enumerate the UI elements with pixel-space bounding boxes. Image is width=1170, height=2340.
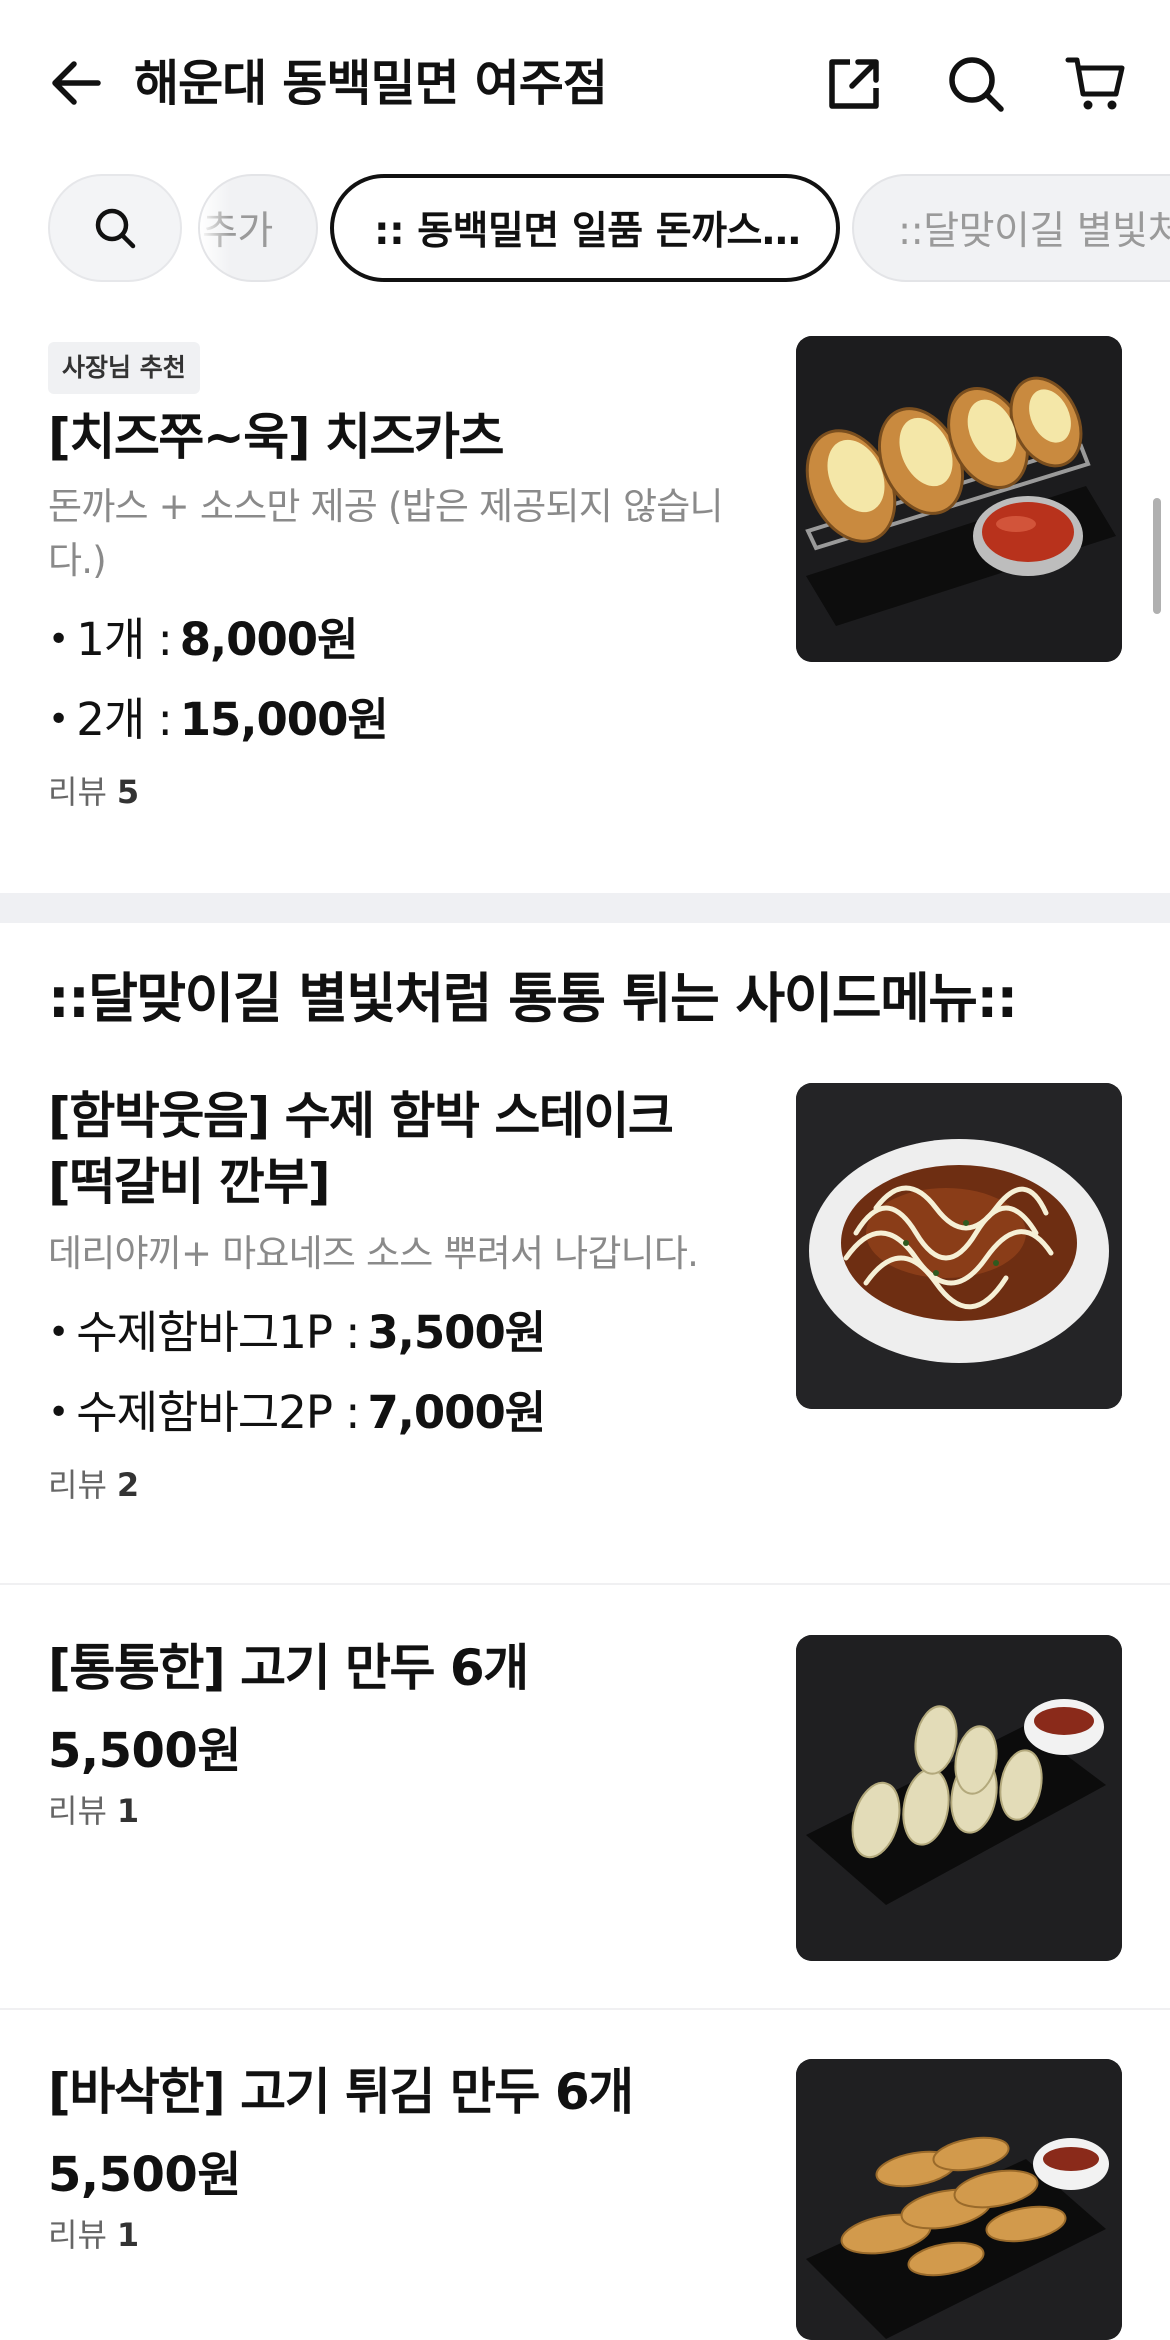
owner-recommend-badge: 사장님 추천 — [48, 342, 200, 394]
menu-item-name: [통통한] 고기 만두 6개 — [48, 1639, 529, 1697]
menu-item-name: [바삭한] 고기 튀김 만두 6개 — [48, 2063, 634, 2121]
menu-item[interactable]: [통통한] 고기 만두 6개 5,500원 리뷰 1 — [0, 1635, 1170, 2015]
option-price: 7,000원 — [367, 1386, 546, 1439]
menu-item-price: 5,500원 — [48, 1723, 242, 1779]
review-count[interactable]: 리뷰 1 — [48, 2213, 768, 2257]
search-icon — [949, 57, 1004, 112]
menu-item-name: [치즈쭈~욱] 치즈카츠 — [48, 408, 505, 466]
store-menu-page: 해운대 동백밀면 여주점 추가:: 동백밀면 일품 돈까스…::달맞이길 별… — [0, 0, 1170, 2340]
menu-item-photo[interactable] — [796, 336, 1122, 662]
option-price: 8,000원 — [179, 613, 359, 666]
review-label: 리뷰 — [48, 2216, 107, 2254]
category-chip-next[interactable]: ::달맞이길 별빛처 — [852, 174, 1170, 282]
menu-item-photo[interactable] — [796, 1635, 1122, 1961]
item-divider — [0, 1583, 1170, 1585]
menu-item-photo[interactable] — [796, 2059, 1122, 2340]
cheese-katsu-image — [796, 336, 1122, 662]
review-number: 5 — [116, 773, 140, 811]
top-bar: 해운대 동백밀면 여주점 — [0, 0, 1170, 165]
option-label: 1개 : — [76, 613, 172, 666]
menu-item[interactable]: 사장님 추천 [치즈쭈~욱] 치즈카츠 돈까스 + 소스만 제공 (밥은 제공되… — [0, 336, 1170, 856]
category-search-button[interactable] — [48, 174, 182, 282]
share-button[interactable] — [818, 48, 890, 120]
option-label: 2개 : — [76, 693, 172, 746]
menu-item-info: [통통한] 고기 만두 6개 5,500원 리뷰 1 — [48, 1635, 768, 1833]
bullet: • — [48, 1312, 69, 1353]
menu-item[interactable]: [바삭한] 고기 튀김 만두 6개 5,500원 리뷰 1 — [0, 2059, 1170, 2340]
review-label: 리뷰 — [48, 1792, 107, 1830]
price-option: • 수제함바그1P : 3,500원 — [48, 1303, 768, 1363]
category-chip-prev[interactable]: 추가 — [198, 174, 318, 282]
hamburg-steak-image — [796, 1083, 1122, 1409]
menu-item-photo[interactable] — [796, 1083, 1122, 1409]
menu-item-price: 5,500원 — [48, 2147, 242, 2203]
search-icon — [95, 208, 136, 249]
menu-item-info: [함박웃음] 수제 함박 스테이크 [떡갈비 깐부] 데리야끼+ 마요네즈 소스… — [48, 1083, 768, 1507]
store-title: 해운대 동백밀면 여주점 — [134, 55, 608, 112]
category-chip-bar: 추가 :: 동백밀면 일품 돈까스… ::달맞이길 별빛처 — [0, 168, 1170, 286]
bullet: • — [48, 699, 69, 740]
option-label: 수제함바그2P : — [76, 1386, 360, 1439]
option-price: 15,000원 — [179, 693, 389, 746]
chip-fade — [200, 176, 230, 280]
review-count[interactable]: 리뷰 2 — [48, 1463, 768, 1507]
bullet: • — [48, 1392, 69, 1433]
menu-item-name: [함박웃음] 수제 함박 스테이크 — [48, 1087, 674, 1145]
review-number: 1 — [116, 2216, 140, 2254]
review-label: 리뷰 — [48, 1466, 107, 1504]
menu-item[interactable]: [함박웃음] 수제 함박 스테이크 [떡갈비 깐부] 데리야끼+ 마요네즈 소스… — [0, 1083, 1170, 1563]
menu-item-info: [바삭한] 고기 튀김 만두 6개 5,500원 리뷰 1 — [48, 2059, 768, 2257]
review-label: 리뷰 — [48, 773, 107, 811]
share-icon — [829, 59, 879, 109]
item-divider — [0, 2008, 1170, 2010]
category-chip-label: :: 동백밀면 일품 돈까스… — [374, 209, 801, 254]
category-chip-label: ::달맞이길 별빛처 — [898, 209, 1170, 254]
meat-dumplings-image — [796, 1635, 1122, 1961]
back-button[interactable] — [40, 50, 112, 116]
search-button[interactable] — [940, 48, 1012, 120]
menu-item-description: 돈까스 + 소스만 제공 (밥은 제공되지 않습니다.) — [48, 485, 723, 582]
menu-item-info: 사장님 추천 [치즈쭈~욱] 치즈카츠 돈까스 + 소스만 제공 (밥은 제공되… — [48, 342, 768, 814]
review-count[interactable]: 리뷰 1 — [48, 1789, 768, 1833]
fried-dumplings-image — [796, 2059, 1122, 2340]
price-option: • 2개 : 15,000원 — [48, 690, 768, 750]
section-divider — [0, 893, 1170, 923]
cart-button[interactable] — [1060, 48, 1132, 120]
review-number: 2 — [116, 1466, 140, 1504]
review-count[interactable]: 리뷰 5 — [48, 770, 768, 814]
section-title: ::달맞이길 별빛처럼 통통 튀는 사이드메뉴:: — [48, 967, 1018, 1030]
bullet: • — [48, 619, 69, 660]
cart-icon — [1065, 57, 1125, 110]
price-option: • 1개 : 8,000원 — [48, 610, 768, 670]
review-number: 1 — [116, 1792, 140, 1830]
category-chip-active[interactable]: :: 동백밀면 일품 돈까스… — [330, 174, 840, 282]
price-option: • 수제함바그2P : 7,000원 — [48, 1383, 768, 1443]
arrow-left-icon — [52, 61, 101, 105]
menu-item-name: [떡갈비 깐부] — [48, 1153, 331, 1211]
option-price: 3,500원 — [367, 1306, 546, 1359]
menu-item-description: 데리야끼+ 마요네즈 소스 뿌려서 나갑니다. — [48, 1232, 699, 1275]
option-label: 수제함바그1P : — [76, 1306, 360, 1359]
